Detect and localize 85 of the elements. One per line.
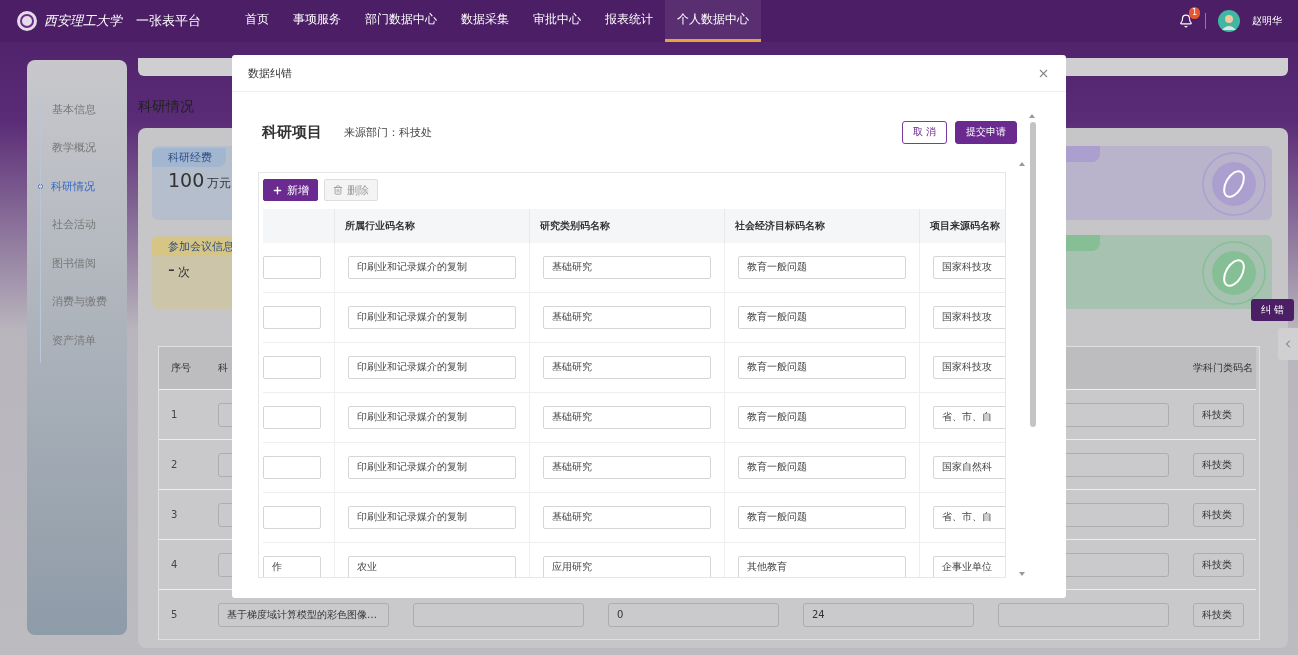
trash-icon xyxy=(333,185,343,195)
table-input-field[interactable]: 印刷业和记录媒介的复制 xyxy=(348,456,516,479)
table-input-field[interactable]: 印刷业和记录媒介的复制 xyxy=(348,256,516,279)
nav-tab[interactable]: 个人数据中心 xyxy=(665,0,761,42)
add-button[interactable]: 新增 xyxy=(263,179,318,201)
table-input-field[interactable]: 教育一般问题 xyxy=(738,256,906,279)
nav-tab[interactable]: 部门数据中心 xyxy=(353,0,449,42)
source-department: 来源部门：科技处 xyxy=(344,124,432,140)
table-input-field[interactable] xyxy=(263,356,321,379)
column-header: 学科门类码名 xyxy=(1181,347,1256,389)
platform-name: 一张表平台 xyxy=(136,12,201,30)
table-input-field[interactable]: 印刷业和记录媒介的复制 xyxy=(348,306,516,329)
seal-emblem-icon xyxy=(1202,241,1266,305)
table-input-field[interactable]: 教育一般问题 xyxy=(738,406,906,429)
cancel-button[interactable]: 取 消 xyxy=(901,120,947,144)
column-header: 序号 xyxy=(159,347,206,389)
table-input-field[interactable]: 科技类 xyxy=(1193,502,1244,527)
table-input-field[interactable]: 基础研究 xyxy=(543,256,711,279)
nav-tab[interactable]: 首页 xyxy=(233,0,281,42)
table-input-field[interactable]: 教育一般问题 xyxy=(738,306,906,329)
table-input-field[interactable]: 科技类 xyxy=(1193,602,1244,627)
collapse-tab[interactable] xyxy=(1278,328,1298,360)
stat-unit: 万元 xyxy=(207,175,232,192)
column-header: 项目来源码名称 xyxy=(920,209,1005,243)
submit-button[interactable]: 提交申请 xyxy=(955,120,1017,144)
table-input-field[interactable]: 农业 xyxy=(348,556,516,577)
user-name: 赵明华 xyxy=(1252,14,1282,28)
notification-badge: 1 xyxy=(1188,7,1200,19)
table-input-field[interactable]: 印刷业和记录媒介的复制 xyxy=(348,406,516,429)
table-input-field[interactable]: 企事业单位 xyxy=(933,556,1005,577)
row-index: 5 xyxy=(159,589,206,639)
nav-tab[interactable]: 报表统计 xyxy=(593,0,665,42)
table-input-field[interactable] xyxy=(263,306,321,329)
row-index: 4 xyxy=(159,539,206,589)
table-input-field[interactable]: 科技类 xyxy=(1193,402,1244,427)
row-index: 3 xyxy=(159,489,206,539)
nav-tab[interactable]: 事项服务 xyxy=(281,0,353,42)
seal-emblem-icon xyxy=(1202,152,1266,216)
table-input-field[interactable]: 0 xyxy=(608,602,779,627)
section-title: 科研情况 xyxy=(138,97,195,116)
table-input-field[interactable] xyxy=(263,456,321,479)
stat-value: 100 xyxy=(168,169,205,191)
scrollbar-thumb[interactable] xyxy=(1030,122,1036,427)
table-input-field[interactable] xyxy=(263,256,321,279)
table-input-field[interactable]: 国家自然科 xyxy=(933,456,1005,479)
university-emblem-icon xyxy=(16,10,38,32)
table-input-field[interactable]: 科技类 xyxy=(1193,452,1244,477)
table-input-field[interactable] xyxy=(998,602,1169,627)
table-input-field[interactable]: 基础研究 xyxy=(543,456,711,479)
plus-icon xyxy=(272,184,283,196)
table-input-field[interactable]: 基础研究 xyxy=(543,506,711,529)
table-input-field[interactable]: 基础研究 xyxy=(543,406,711,429)
nav-tab[interactable]: 审批中心 xyxy=(521,0,593,42)
table-input-field[interactable] xyxy=(263,506,321,529)
column-header: 研究类别码名称 xyxy=(530,209,725,243)
row-index: 1 xyxy=(159,389,206,439)
table-input-field[interactable]: 其他教育 xyxy=(738,556,906,577)
form-title: 科研项目 xyxy=(262,122,322,142)
stat-unit: 次 xyxy=(177,264,190,281)
table-input-field[interactable]: 教育一般问题 xyxy=(738,456,906,479)
table-input-field[interactable]: 印刷业和记录媒介的复制 xyxy=(348,356,516,379)
table-input-field[interactable]: 基础研究 xyxy=(543,306,711,329)
column-header: 社会经济目标码名称 xyxy=(725,209,920,243)
dialog-title: 数据纠错 xyxy=(248,65,292,81)
table-input-field[interactable]: 应用研究 xyxy=(543,556,711,577)
notification-bell-icon[interactable] xyxy=(1179,14,1193,28)
table-input-field[interactable]: 基础研究 xyxy=(543,356,711,379)
university-logo-text: 西安理工大学 xyxy=(44,12,122,30)
table-input-field[interactable]: 教育一般问题 xyxy=(738,356,906,379)
table-input-field[interactable]: 省、市、自 xyxy=(933,506,1005,529)
row-index: 2 xyxy=(159,439,206,489)
table-input-field[interactable]: 印刷业和记录媒介的复制 xyxy=(348,506,516,529)
table-input-field[interactable] xyxy=(413,602,584,627)
stat-label: 科研经费 xyxy=(152,148,226,167)
table-input-field[interactable] xyxy=(263,406,321,429)
correct-button[interactable]: 纠 错 xyxy=(1250,299,1294,321)
table-input-field[interactable]: 教育一般问题 xyxy=(738,506,906,529)
table-input-field[interactable]: 作 xyxy=(263,556,321,577)
stat-value: - xyxy=(168,258,175,280)
user-avatar[interactable] xyxy=(1218,10,1240,32)
table-input-field[interactable]: 科技类 xyxy=(1193,552,1244,577)
column-header: 所属行业码名称 xyxy=(335,209,530,243)
table-input-field[interactable]: 24 xyxy=(803,602,974,627)
nav-tab[interactable]: 数据采集 xyxy=(449,0,521,42)
table-input-field[interactable]: 基于梯度域计算模型的彩色图像… xyxy=(218,602,389,627)
